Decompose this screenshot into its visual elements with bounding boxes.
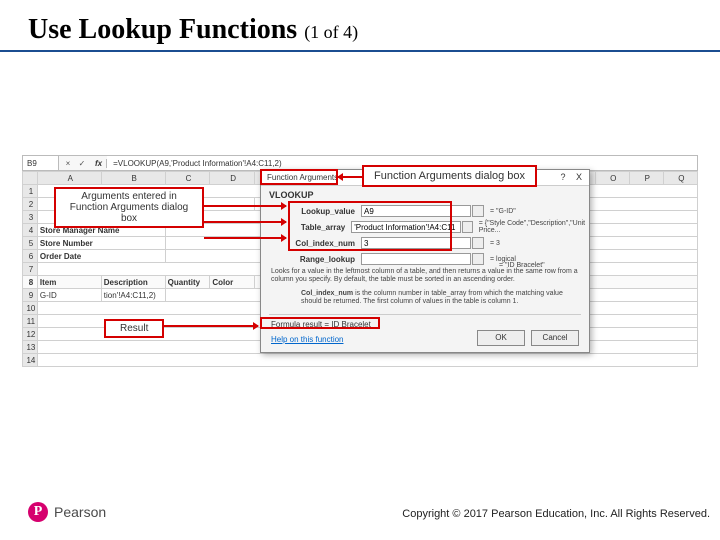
slide-title: Use Lookup Functions (1 of 4) bbox=[28, 14, 358, 46]
arg-col-index: Col_index_num = 3 bbox=[291, 236, 500, 250]
name-box[interactable]: B9 bbox=[23, 156, 59, 170]
row-13[interactable]: 13 bbox=[23, 341, 38, 354]
formula-bar-icons: × ✓ bbox=[59, 159, 91, 168]
title-main: Use Lookup Functions bbox=[28, 14, 297, 45]
arrow-result bbox=[154, 325, 258, 327]
help-link[interactable]: Help on this function bbox=[271, 335, 344, 344]
cell[interactable] bbox=[37, 354, 697, 367]
arg-input-table[interactable] bbox=[351, 221, 461, 233]
arrow-dialog bbox=[338, 176, 362, 178]
arg-description: Col_index_num is the column number in ta… bbox=[301, 290, 579, 307]
arrow-args-2 bbox=[204, 221, 286, 223]
callout-args-entered: Arguments entered in Function Arguments … bbox=[54, 187, 204, 228]
row-1[interactable]: 1 bbox=[23, 185, 38, 198]
function-description: Looks for a value in the leftmost column… bbox=[271, 268, 579, 285]
logo-icon: P bbox=[28, 502, 48, 522]
arg-result: = {"Style Code","Description","Unit Pric… bbox=[479, 220, 589, 234]
label-date[interactable]: Order Date bbox=[37, 250, 165, 263]
row-4[interactable]: 4 bbox=[23, 224, 38, 237]
row-10[interactable]: 10 bbox=[23, 302, 38, 315]
result-value: ID Bracelet bbox=[331, 320, 371, 329]
callout-dialog-box: Function Arguments dialog box bbox=[362, 165, 537, 187]
arg-table-array: Table_array = {"Style Code","Description… bbox=[291, 220, 589, 234]
formula-result: Formula result = ID Bracelet bbox=[271, 320, 371, 329]
col-D[interactable]: D bbox=[210, 172, 255, 185]
arg-label: Range_lookup bbox=[291, 255, 361, 264]
title-sub: (1 of 4) bbox=[304, 22, 358, 42]
logo-text: Pearson bbox=[54, 504, 106, 520]
arg-input-lookup[interactable] bbox=[361, 205, 471, 217]
cancel-icon[interactable]: × bbox=[63, 159, 73, 168]
cell-A9[interactable]: G-ID bbox=[37, 289, 101, 302]
function-arguments-dialog[interactable]: Function Arguments ? X VLOOKUP Lookup_va… bbox=[260, 169, 590, 353]
range-picker-icon[interactable] bbox=[472, 253, 484, 265]
title-underline bbox=[0, 50, 720, 52]
ok-button[interactable]: OK bbox=[477, 330, 525, 346]
row-12[interactable]: 12 bbox=[23, 328, 38, 341]
arg-label: Col_index_num bbox=[291, 239, 361, 248]
dialog-title: Function Arguments bbox=[267, 173, 338, 182]
row-11[interactable]: 11 bbox=[23, 315, 38, 328]
arg-label: Lookup_value bbox=[291, 207, 361, 216]
row-2[interactable]: 2 bbox=[23, 198, 38, 211]
corner-cell[interactable] bbox=[23, 172, 38, 185]
copyright-text: Copyright © 2017 Pearson Education, Inc.… bbox=[402, 508, 710, 520]
col-O[interactable]: O bbox=[595, 172, 629, 185]
hdr-item[interactable]: Item bbox=[37, 276, 101, 289]
function-name: VLOOKUP bbox=[269, 190, 314, 200]
row-14[interactable]: 14 bbox=[23, 354, 38, 367]
hdr-desc[interactable]: Description bbox=[101, 276, 165, 289]
enter-icon[interactable]: ✓ bbox=[77, 159, 87, 168]
arg-range-lookup: Range_lookup = logical bbox=[291, 252, 516, 266]
row-3[interactable]: 3 bbox=[23, 211, 38, 224]
range-picker-icon[interactable] bbox=[472, 205, 484, 217]
range-picker-icon[interactable] bbox=[462, 221, 472, 233]
row-9[interactable]: 9 bbox=[23, 289, 38, 302]
label-store[interactable]: Store Number bbox=[37, 237, 165, 250]
hdr-qty[interactable]: Quantity bbox=[165, 276, 210, 289]
arg-input-col[interactable] bbox=[361, 237, 471, 249]
cell-B9-active[interactable]: tion'!A4:C11,2) bbox=[101, 289, 165, 302]
close-icon[interactable]: X bbox=[573, 172, 585, 184]
help-icon[interactable]: ? bbox=[557, 172, 569, 184]
row-8[interactable]: 8 bbox=[23, 276, 38, 289]
arg-lookup-value: Lookup_value = "G-ID" bbox=[291, 204, 516, 218]
callout-result: Result bbox=[104, 319, 164, 338]
arg-result: = "G-ID" bbox=[490, 208, 516, 215]
row-7[interactable]: 7 bbox=[23, 263, 38, 276]
range-picker-icon[interactable] bbox=[472, 237, 484, 249]
col-C[interactable]: C bbox=[165, 172, 210, 185]
col-Q[interactable]: Q bbox=[663, 172, 697, 185]
arg-label: Table_array bbox=[291, 223, 351, 232]
row-5[interactable]: 5 bbox=[23, 237, 38, 250]
col-P[interactable]: P bbox=[629, 172, 663, 185]
arg-input-range[interactable] bbox=[361, 253, 471, 265]
excel-screenshot: B9 × ✓ fx =VLOOKUP(A9,'Product Informati… bbox=[22, 155, 698, 365]
col-A[interactable]: A bbox=[37, 172, 101, 185]
hdr-color[interactable]: Color bbox=[210, 276, 255, 289]
cancel-button[interactable]: Cancel bbox=[531, 330, 579, 346]
col-B[interactable]: B bbox=[101, 172, 165, 185]
row-6[interactable]: 6 bbox=[23, 250, 38, 263]
arrow-args-1 bbox=[204, 205, 286, 207]
arrow-args-3 bbox=[204, 237, 286, 239]
fx-button[interactable]: fx bbox=[91, 159, 107, 168]
pearson-logo: P Pearson bbox=[28, 502, 106, 522]
result-label: Formula result = bbox=[271, 320, 329, 329]
arg-result: = 3 bbox=[490, 240, 500, 247]
dialog-divider bbox=[269, 314, 581, 315]
arg-desc-label: Col_index_num bbox=[301, 290, 353, 297]
